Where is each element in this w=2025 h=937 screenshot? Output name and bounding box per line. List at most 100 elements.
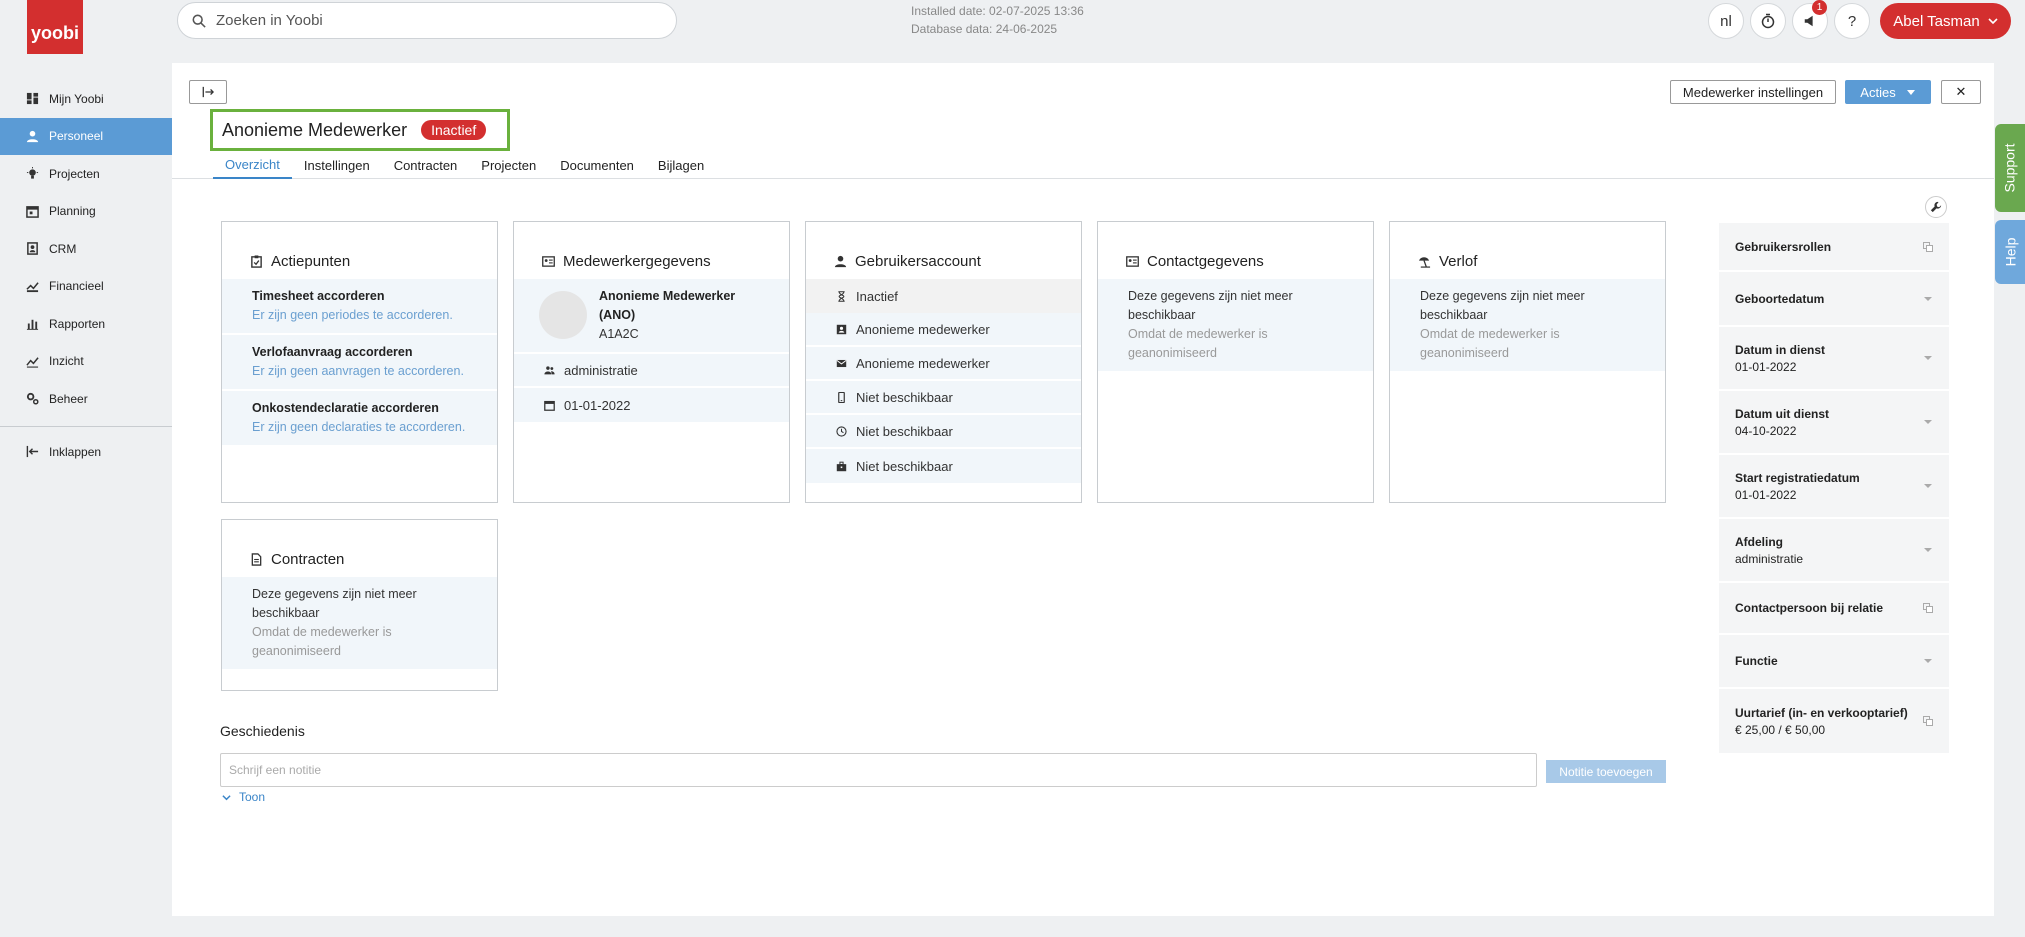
notice-text: Deze gegevens zijn niet meer beschikbaar [252, 587, 417, 620]
clock-icon [836, 425, 847, 437]
tab-instellingen[interactable]: Instellingen [292, 151, 382, 179]
sidebar-item-planning[interactable]: Planning [0, 193, 172, 231]
timer-button[interactable] [1750, 3, 1786, 39]
support-tab[interactable]: Support [1995, 124, 2025, 212]
employee-fields-panel: Gebruikersrollen Geboortedatum Datum in … [1719, 223, 1949, 753]
status-badge: Inactief [421, 120, 487, 140]
caret-down-icon[interactable] [1923, 481, 1933, 491]
tab-documenten[interactable]: Documenten [548, 151, 646, 179]
page-title: Anonieme Medewerker [222, 119, 408, 140]
close-button[interactable]: ✕ [1941, 80, 1981, 104]
history-title: Geschiedenis [220, 723, 305, 739]
sidebar-item-projecten[interactable]: Projecten [0, 155, 172, 193]
sidebar-item-mijn-yoobi[interactable]: Mijn Yoobi [0, 80, 172, 118]
tab-overzicht[interactable]: Overzicht [213, 151, 292, 179]
employee-settings-button[interactable]: Medewerker instellingen [1670, 80, 1836, 104]
user-menu-button[interactable]: Abel Tasman [1880, 3, 2011, 39]
card-title-text: Gebruikersaccount [855, 253, 981, 270]
field-functie[interactable]: Functie [1719, 635, 1949, 689]
help-label: ? [1847, 12, 1857, 30]
sidebar-item-inzicht[interactable]: Inzicht [0, 343, 172, 381]
notification-badge: 1 [1812, 0, 1827, 15]
field-gebruikersrollen[interactable]: Gebruikersrollen [1719, 223, 1949, 272]
account-email: Anonieme medewerker [856, 355, 990, 371]
sidebar-collapse-label: Inklappen [49, 444, 102, 459]
card-medewerkergegevens: Medewerkergegevens Anonieme Medewerker (… [513, 221, 790, 503]
help-button[interactable]: ? [1834, 3, 1870, 39]
field-label: Gebruikersrollen [1735, 239, 1832, 254]
caret-down-icon[interactable] [1923, 294, 1933, 304]
search-icon [192, 14, 206, 28]
sidebar-collapse[interactable]: Inklappen [0, 433, 172, 471]
notice-reason: Omdat de medewerker is geanonimiseerd [252, 625, 392, 658]
tab-contracten[interactable]: Contracten [382, 151, 470, 179]
list-item[interactable]: Onkostendeclaratie accorderen Er zijn ge… [222, 391, 497, 447]
add-note-button[interactable]: Notitie toevoegen [1546, 760, 1666, 783]
field-datum-uit-dienst[interactable]: Datum uit dienst 04-10-2022 [1719, 391, 1949, 455]
search-input[interactable] [216, 12, 646, 29]
sidebar-item-financieel[interactable]: Financieel [0, 268, 172, 306]
tab-label: Contracten [393, 157, 458, 173]
sidebar-item-rapporten[interactable]: Rapporten [0, 305, 172, 343]
copy-icon[interactable] [1923, 716, 1933, 726]
briefcase-icon [836, 461, 847, 471]
actions-button[interactable]: Acties [1845, 80, 1931, 104]
copy-icon[interactable] [1923, 241, 1933, 252]
contact-card-icon [836, 324, 847, 334]
bar-chart-icon [26, 320, 39, 331]
field-afdeling[interactable]: Afdeling administratie [1719, 519, 1949, 583]
sidebar-item-label: CRM [49, 241, 77, 256]
trend-icon [26, 357, 39, 368]
field-start-registratiedatum[interactable]: Start registratiedatum 01-01-2022 [1719, 455, 1949, 519]
help-tab[interactable]: Help [1995, 220, 2025, 284]
announcements-button[interactable]: 1 [1792, 0, 1828, 39]
caret-down-icon[interactable] [1923, 656, 1933, 666]
account-phone-row: Niet beschikbaar [806, 381, 1081, 415]
phone-icon [838, 391, 845, 403]
support-tab-label: Support [2002, 143, 2019, 193]
search-bar[interactable] [177, 2, 677, 39]
caret-down-icon[interactable] [1923, 417, 1933, 427]
card-title: Gebruikersaccount [806, 222, 1081, 279]
sidebar-item-beheer[interactable]: Beheer [0, 380, 172, 418]
field-label: Uurtarief (in- en verkooptarief) [1735, 705, 1908, 720]
avatar [539, 291, 587, 339]
tab-bijlagen[interactable]: Bijlagen [646, 151, 716, 179]
field-value: 04-10-2022 [1735, 423, 1797, 438]
list-item[interactable]: Verlofaanvraag accorderen Er zijn geen a… [222, 335, 497, 391]
field-label: Contactpersoon bij relatie [1735, 601, 1884, 615]
unavailable-notice: Deze gegevens zijn niet meer beschikbaar… [1098, 279, 1373, 373]
account-phone: Niet beschikbaar [856, 389, 953, 405]
install-info: Installed date: 02-07-2025 13:36 Databas… [911, 2, 1084, 38]
sidebar-item-crm[interactable]: CRM [0, 230, 172, 268]
caret-down-icon[interactable] [1923, 353, 1933, 363]
unavailable-notice: Deze gegevens zijn niet meer beschikbaar… [1390, 279, 1665, 373]
caret-down-icon[interactable] [1923, 545, 1933, 555]
hourglass-icon [838, 290, 845, 302]
card-title: Actiepunten [222, 222, 497, 279]
customize-button[interactable] [1925, 196, 1947, 218]
card-title-text: Actiepunten [271, 253, 351, 270]
field-contactpersoon[interactable]: Contactpersoon bij relatie [1719, 583, 1949, 635]
card-title-text: Verlof [1439, 253, 1478, 270]
yoobi-logo[interactable]: yoobi [27, 0, 83, 54]
note-input[interactable] [220, 753, 1537, 787]
database-date: Database data: 24-06-2025 [911, 22, 1058, 36]
notice-text: Deze gegevens zijn niet meer beschikbaar [1128, 289, 1293, 322]
field-uurtarief[interactable]: Uurtarief (in- en verkooptarief) € 25,00 … [1719, 689, 1949, 753]
sidebar-item-label: Projecten [49, 166, 100, 181]
copy-icon[interactable] [1923, 603, 1933, 613]
show-history-toggle[interactable]: Toon [222, 790, 265, 804]
wrench-icon [1930, 201, 1942, 213]
sidebar-item-personeel[interactable]: Personeel [0, 117, 172, 155]
tab-projecten[interactable]: Projecten [469, 151, 548, 179]
field-geboortedatum[interactable]: Geboortedatum [1719, 272, 1949, 327]
account-status-row: Inactief [806, 279, 1081, 313]
list-item[interactable]: Timesheet accorderen Er zijn geen period… [222, 279, 497, 335]
language-button[interactable]: nl [1708, 3, 1744, 39]
language-label: nl [1720, 12, 1732, 30]
field-datum-in-dienst[interactable]: Datum in dienst 01-01-2022 [1719, 327, 1949, 391]
card-actiepunten: Actiepunten Timesheet accorderen Er zijn… [221, 221, 498, 503]
expand-panel-button[interactable] [189, 80, 227, 104]
chevron-down-icon [222, 794, 231, 800]
